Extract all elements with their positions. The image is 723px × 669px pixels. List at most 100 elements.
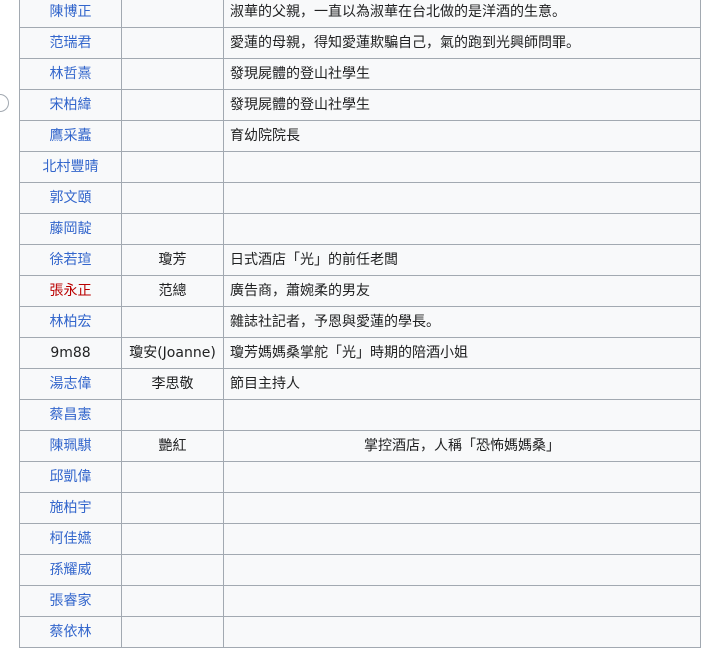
- description-cell: 節目主持人: [223, 368, 701, 400]
- table-row: 林哲熹 發現屍體的登山社學生: [19, 58, 701, 90]
- role-cell: [121, 0, 224, 28]
- page: 陳博正 淑華的父親，一直以為淑華在台北做的是洋酒的生意。范瑞君 愛蓮的母親，得知愛蓮…: [0, 0, 723, 669]
- role-cell: 李思敬: [121, 368, 224, 400]
- role-cell: [121, 306, 224, 338]
- actor-cell: 蔡依林: [19, 616, 122, 648]
- description-cell: [223, 182, 701, 214]
- table-row: 北村豐晴: [19, 151, 701, 183]
- actor-cell: 林柏宏: [19, 306, 122, 338]
- actor-link[interactable]: 湯志偉: [50, 376, 92, 392]
- description-cell: [223, 461, 701, 493]
- description-cell: [223, 399, 701, 431]
- actor-link[interactable]: 林柏宏: [50, 314, 92, 330]
- description-cell: 愛蓮的母親，得知愛蓮欺騙自己，氣的跑到光興師問罪。: [223, 27, 701, 59]
- role-cell: 瓊芳: [121, 244, 224, 276]
- actor-link[interactable]: 陳珮騏: [50, 438, 92, 454]
- table-row: 湯志偉 李思敬 節目主持人: [19, 368, 701, 400]
- description-cell: 日式酒店「光」的前任老闆: [223, 244, 701, 276]
- description-cell: 雜誌社記者，予恩與愛蓮的學長。: [223, 306, 701, 338]
- actor-cell: 張睿家: [19, 585, 122, 617]
- cast-table: 陳博正 淑華的父親，一直以為淑華在台北做的是洋酒的生意。范瑞君 愛蓮的母親，得知愛蓮…: [19, 0, 701, 648]
- description-cell: [223, 151, 701, 183]
- role-cell: [121, 616, 224, 648]
- role-cell: 艷紅: [121, 430, 224, 462]
- actor-cell: 鷹采蠹: [19, 120, 122, 152]
- description-cell: [223, 213, 701, 245]
- actor-link[interactable]: 陳博正: [50, 4, 92, 20]
- cast-table-body: 陳博正 淑華的父親，一直以為淑華在台北做的是洋酒的生意。范瑞君 愛蓮的母親，得知愛蓮…: [19, 0, 701, 648]
- role-cell: [121, 399, 224, 431]
- actor-link[interactable]: 施柏宇: [50, 500, 92, 516]
- role-cell: 瓊安(Joanne): [121, 337, 224, 369]
- actor-link[interactable]: 邱凱偉: [50, 469, 92, 485]
- description-cell: [223, 492, 701, 524]
- actor-link[interactable]: 孫耀威: [50, 562, 92, 578]
- actor-link[interactable]: 林哲熹: [50, 66, 92, 82]
- actor-cell: 蔡昌憲: [19, 399, 122, 431]
- description-cell: 廣告商，蕭婉柔的男友: [223, 275, 701, 307]
- actor-link[interactable]: 北村豐晴: [43, 159, 99, 175]
- table-row: 林柏宏 雜誌社記者，予恩與愛蓮的學長。: [19, 306, 701, 338]
- table-row: 陳珮騏 艷紅 掌控酒店，人稱「恐怖媽媽桑」: [19, 430, 701, 462]
- actor-cell: 孫耀威: [19, 554, 122, 586]
- actor-link[interactable]: 郭文頤: [50, 190, 92, 206]
- actor-cell: 郭文頤: [19, 182, 122, 214]
- role-cell: [121, 461, 224, 493]
- role-cell: [121, 27, 224, 59]
- actor-link[interactable]: 柯佳嬿: [50, 531, 92, 547]
- description-cell: 瓊芳媽媽桑掌舵「光」時期的陪酒小姐: [223, 337, 701, 369]
- actor-link[interactable]: 藤岡靛: [50, 221, 92, 237]
- description-cell: 發現屍體的登山社學生: [223, 58, 701, 90]
- actor-cell: 陳博正: [19, 0, 122, 28]
- actor-link[interactable]: 范瑞君: [50, 35, 92, 51]
- role-cell: [121, 585, 224, 617]
- description-cell: [223, 585, 701, 617]
- actor-link[interactable]: 宋柏緯: [50, 97, 92, 113]
- actor-cell: 林哲熹: [19, 58, 122, 90]
- table-row: 柯佳嬿: [19, 523, 701, 555]
- description-cell: 育幼院院長: [223, 120, 701, 152]
- actor-cell: 陳珮騏: [19, 430, 122, 462]
- actor-cell: 柯佳嬿: [19, 523, 122, 555]
- table-row: 張睿家: [19, 585, 701, 617]
- actor-cell: 施柏宇: [19, 492, 122, 524]
- actor-link[interactable]: 蔡依林: [50, 624, 92, 640]
- table-row: 徐若瑄 瓊芳 日式酒店「光」的前任老闆: [19, 244, 701, 276]
- actor-link[interactable]: 鷹采蠹: [50, 128, 92, 144]
- actor-name: 9m88: [50, 345, 91, 361]
- sidebar-toggle-handle[interactable]: [0, 94, 9, 112]
- actor-cell: 藤岡靛: [19, 213, 122, 245]
- table-row: 陳博正 淑華的父親，一直以為淑華在台北做的是洋酒的生意。: [19, 0, 701, 28]
- actor-cell: 徐若瑄: [19, 244, 122, 276]
- table-row: 蔡昌憲: [19, 399, 701, 431]
- actor-link[interactable]: 徐若瑄: [50, 252, 92, 268]
- description-cell: 發現屍體的登山社學生: [223, 89, 701, 121]
- role-cell: [121, 151, 224, 183]
- description-cell: [223, 554, 701, 586]
- table-row: 宋柏緯 發現屍體的登山社學生: [19, 89, 701, 121]
- table-row: 藤岡靛: [19, 213, 701, 245]
- actor-link[interactable]: 張永正: [50, 283, 92, 299]
- description-cell: [223, 616, 701, 648]
- actor-link[interactable]: 張睿家: [50, 593, 92, 609]
- table-row: 9m88 瓊安(Joanne) 瓊芳媽媽桑掌舵「光」時期的陪酒小姐: [19, 337, 701, 369]
- actor-cell: 邱凱偉: [19, 461, 122, 493]
- table-row: 施柏宇: [19, 492, 701, 524]
- table-row: 范瑞君 愛蓮的母親，得知愛蓮欺騙自己，氣的跑到光興師問罪。: [19, 27, 701, 59]
- actor-cell: 范瑞君: [19, 27, 122, 59]
- actor-cell: 9m88: [19, 337, 122, 369]
- table-row: 邱凱偉: [19, 461, 701, 493]
- description-cell: 淑華的父親，一直以為淑華在台北做的是洋酒的生意。: [223, 0, 701, 28]
- role-cell: [121, 89, 224, 121]
- actor-link[interactable]: 蔡昌憲: [50, 407, 92, 423]
- actor-cell: 湯志偉: [19, 368, 122, 400]
- table-row: 蔡依林: [19, 616, 701, 648]
- table-row: 張永正 范總 廣告商，蕭婉柔的男友: [19, 275, 701, 307]
- role-cell: [121, 182, 224, 214]
- table-row: 郭文頤: [19, 182, 701, 214]
- role-cell: [121, 213, 224, 245]
- description-cell: 掌控酒店，人稱「恐怖媽媽桑」: [223, 430, 701, 462]
- role-cell: [121, 120, 224, 152]
- table-row: 鷹采蠹 育幼院院長: [19, 120, 701, 152]
- description-cell: [223, 523, 701, 555]
